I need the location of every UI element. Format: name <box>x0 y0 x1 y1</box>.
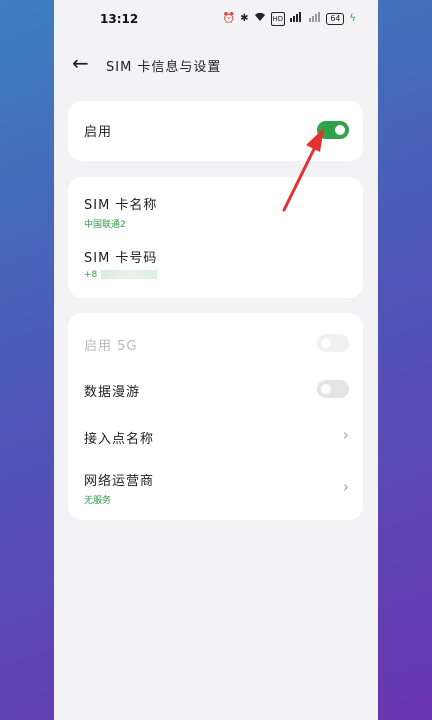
phone-screen: 13:12 ⏰ ✱ HD 64 ϟ ← SIM 卡信息与设置 启用 SIM 卡名… <box>54 0 378 720</box>
annotation-arrow-icon <box>282 128 324 212</box>
